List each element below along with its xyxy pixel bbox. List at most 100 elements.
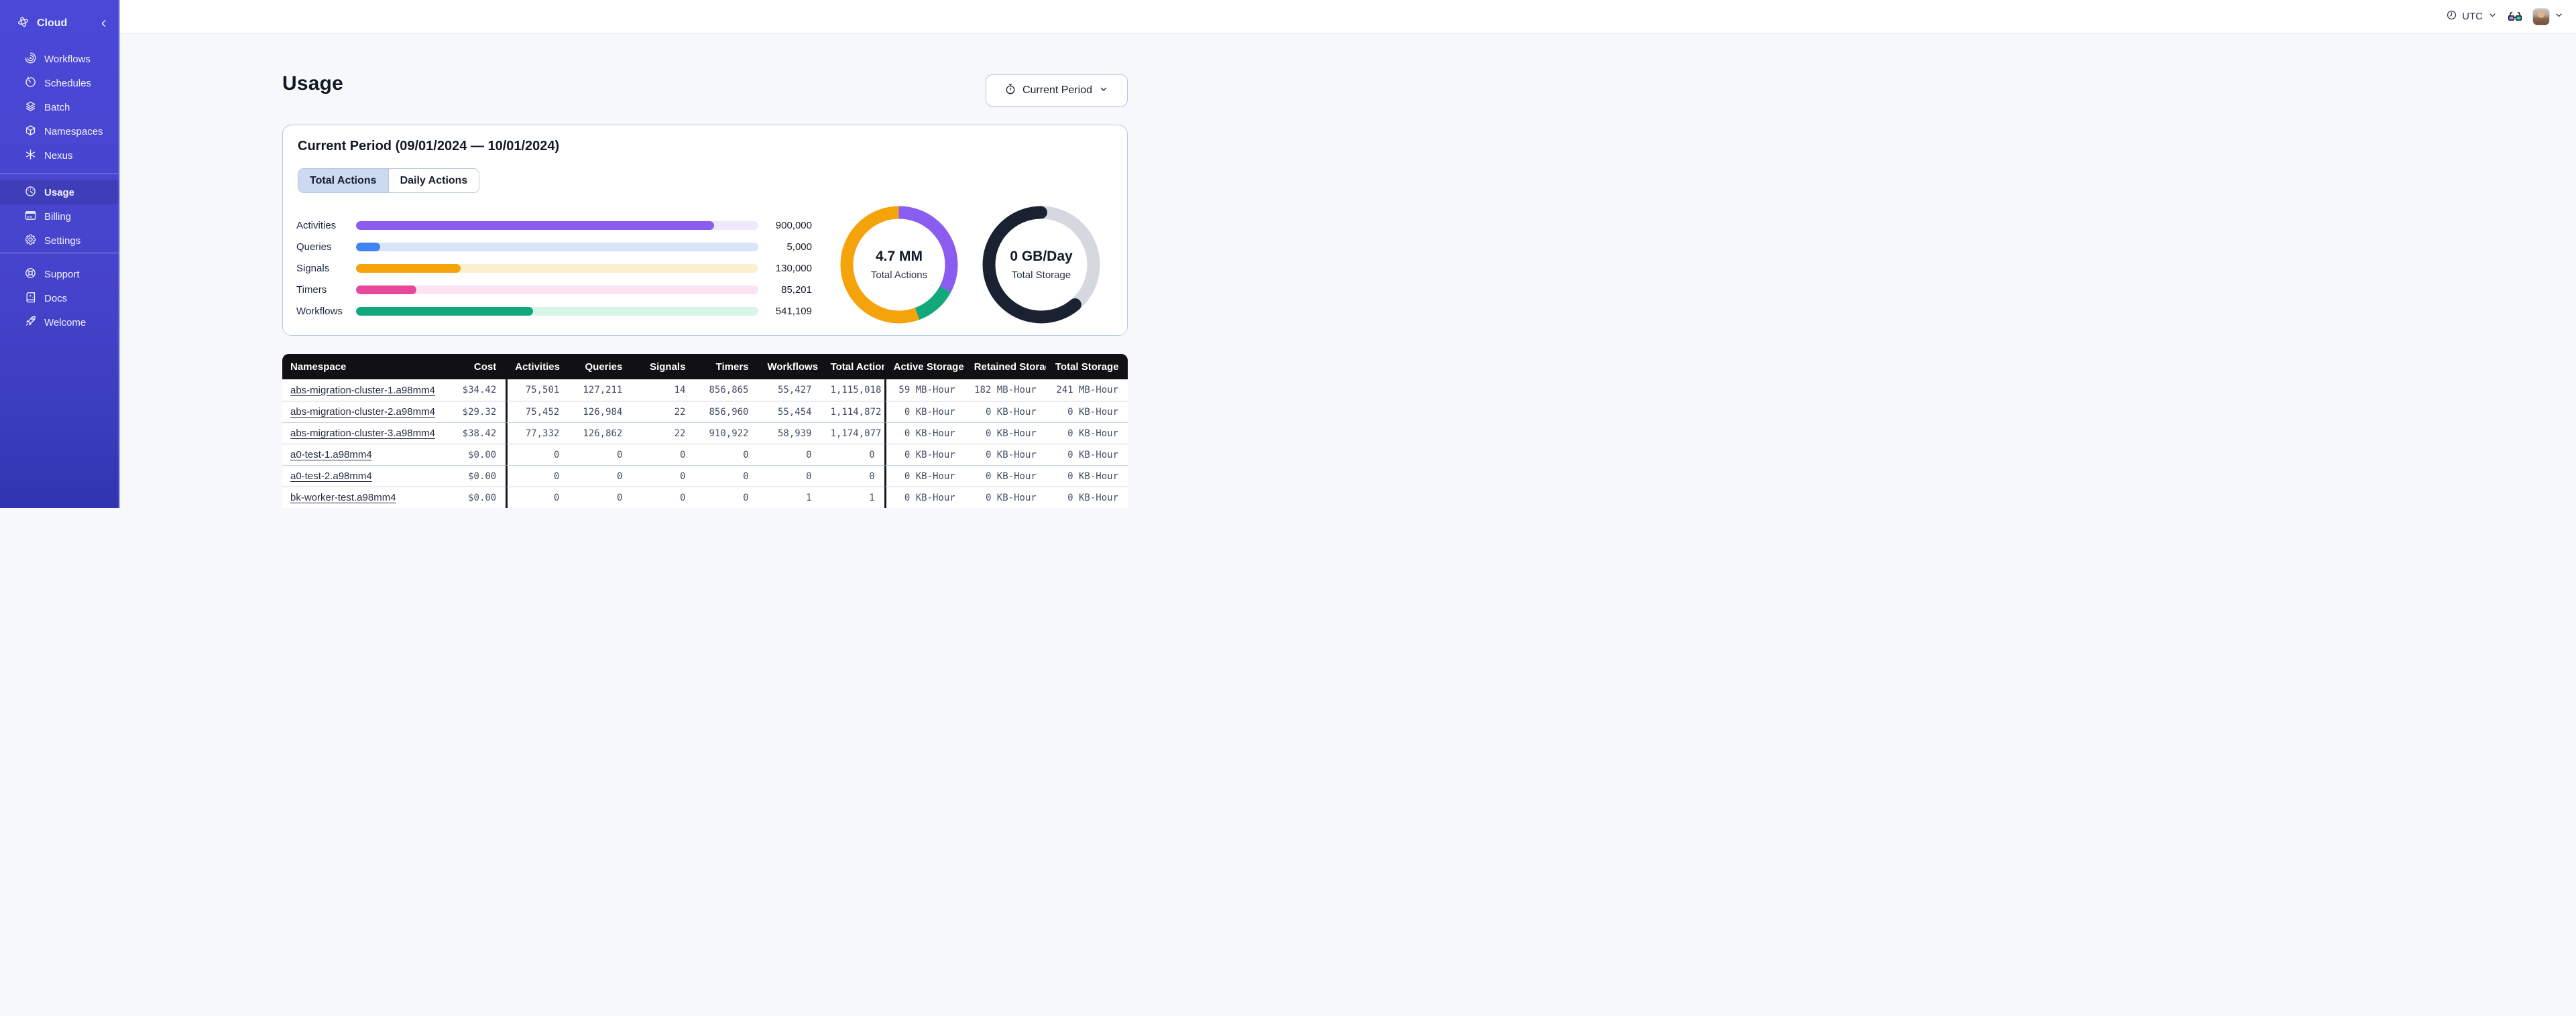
bar-label: Signals bbox=[296, 262, 330, 274]
sidebar-item-welcome[interactable]: Welcome bbox=[0, 310, 119, 334]
table-cell: abs-migration-cluster-3.a98mm4 bbox=[282, 422, 444, 444]
column-header-total-actions: Total Actions bbox=[821, 354, 884, 379]
appearance-toggle-button[interactable] bbox=[2507, 9, 2523, 25]
table-row: abs-migration-cluster-1.a98mm4 $34.42 75,5… bbox=[282, 379, 1128, 401]
docs-icon bbox=[26, 292, 36, 302]
column-header-namespace: Namespace bbox=[282, 354, 444, 379]
tab-daily-actions[interactable]: Daily Actions bbox=[388, 169, 479, 192]
sidebar-item-label: Usage bbox=[44, 186, 75, 198]
sidebar-item-billing[interactable]: Billing bbox=[0, 204, 119, 229]
total-actions-donut: 4.7 MM Total Actions bbox=[840, 206, 958, 324]
chevron-down-icon bbox=[2554, 10, 2564, 23]
sidebar-item-schedules[interactable]: Schedules bbox=[0, 71, 119, 95]
table-cell: 0 KB-Hour bbox=[884, 401, 965, 422]
usage-icon bbox=[25, 186, 36, 196]
sidebar-item-label: Batch bbox=[44, 101, 70, 113]
table-cell: 0 KB-Hour bbox=[1045, 422, 1128, 444]
sidebar-item-label: Docs bbox=[44, 292, 68, 304]
usage-bar-row-signals: Signals 130,000 bbox=[296, 257, 814, 279]
table-cell: 75,501 bbox=[506, 379, 569, 401]
table-cell: 0 bbox=[695, 444, 758, 465]
bar-fill bbox=[356, 220, 714, 230]
period-selector-button[interactable]: Current Period bbox=[986, 74, 1128, 107]
sidebar-collapse-button[interactable] bbox=[97, 17, 111, 30]
sidebar-item-batch[interactable]: Batch bbox=[0, 95, 119, 119]
table-cell: $29.32 bbox=[443, 401, 506, 422]
usage-bar-row-activities: Activities 900,000 bbox=[296, 214, 814, 236]
chevron-down-icon bbox=[1098, 84, 1109, 98]
sidebar-item-label: Workflows bbox=[44, 53, 91, 65]
sidebar-item-label: Welcome bbox=[44, 316, 86, 328]
table-cell: 0 KB-Hour bbox=[964, 465, 1046, 487]
table-cell: 0 KB-Hour bbox=[884, 487, 965, 508]
column-header-activities: Activities bbox=[506, 354, 569, 379]
sidebar-item-label: Settings bbox=[44, 235, 81, 247]
table-cell: 55,454 bbox=[758, 401, 821, 422]
table-cell: 0 bbox=[632, 465, 695, 487]
namespace-link[interactable]: a0-test-1.a98mm4 bbox=[290, 449, 372, 460]
actions-bar-chart: Activities 900,000 Queries 5,000 Signals 130,… bbox=[296, 214, 814, 322]
sidebar-nav-account: Usage Billing Settings bbox=[0, 180, 119, 253]
table-cell: 241 MB-Hour bbox=[1045, 379, 1128, 401]
table-cell: 1,115,018 bbox=[821, 379, 884, 401]
page-title: Usage bbox=[282, 72, 344, 94]
column-header-signals: Signals bbox=[632, 354, 695, 379]
table-cell: 0 bbox=[506, 444, 569, 465]
table-cell: $38.42 bbox=[443, 422, 506, 444]
table-cell: abs-migration-cluster-1.a98mm4 bbox=[282, 379, 444, 401]
namespace-link[interactable]: a0-test-2.a98mm4 bbox=[290, 470, 372, 482]
table-cell: 0 bbox=[695, 487, 758, 508]
table-row: bk-worker-test.a98mm4 $0.00 0 0 0 0 1 1 0 KB-Hou… bbox=[282, 487, 1128, 508]
chevron-down-icon bbox=[2556, 13, 2562, 17]
table-cell: 182 MB-Hour bbox=[964, 379, 1046, 401]
column-header-total-storage: Total Storage bbox=[1045, 354, 1128, 379]
brand-label: Cloud bbox=[37, 17, 68, 29]
sidebar-item-support[interactable]: Support bbox=[0, 262, 119, 286]
bar-fill bbox=[356, 285, 416, 294]
table-cell: 0 bbox=[506, 487, 569, 508]
actions-tab-group: Total Actions Daily Actions bbox=[298, 168, 480, 193]
table-cell: 1 bbox=[758, 487, 821, 508]
column-header-active-storage: Active Storage bbox=[884, 354, 965, 379]
column-header-queries: Queries bbox=[569, 354, 632, 379]
table-cell: 0 KB-Hour bbox=[964, 401, 1046, 422]
sidebar-item-namespaces[interactable]: Namespaces bbox=[0, 119, 119, 143]
table-cell: 0 bbox=[569, 465, 632, 487]
sidebar-nav-footer: Support Docs Welcome bbox=[0, 262, 119, 334]
namespace-link[interactable]: bk-worker-test.a98mm4 bbox=[290, 492, 396, 503]
tab-total-actions[interactable]: Total Actions bbox=[298, 169, 388, 192]
bar-value: 900,000 bbox=[775, 219, 812, 231]
bar-track bbox=[356, 242, 758, 251]
timezone-selector[interactable]: UTC bbox=[2446, 9, 2498, 23]
sidebar-item-usage[interactable]: Usage bbox=[0, 180, 119, 204]
chevron-down-icon bbox=[2490, 13, 2496, 17]
table-cell: $34.42 bbox=[443, 379, 506, 401]
usage-bar-row-timers: Timers 85,201 bbox=[296, 279, 814, 300]
table-cell: 0 bbox=[632, 487, 695, 508]
namespace-link[interactable]: abs-migration-cluster-1.a98mm4 bbox=[290, 385, 435, 396]
table-cell: 0 bbox=[506, 465, 569, 487]
chevron-down-icon bbox=[1100, 87, 1107, 91]
table-cell: 58,939 bbox=[758, 422, 821, 444]
namespace-link[interactable]: abs-migration-cluster-3.a98mm4 bbox=[290, 428, 435, 439]
table-cell: 856,865 bbox=[695, 379, 758, 401]
bar-label: Timers bbox=[296, 283, 327, 296]
table-cell: 77,332 bbox=[506, 422, 569, 444]
table-cell: $0.00 bbox=[443, 465, 506, 487]
account-menu[interactable] bbox=[2532, 7, 2564, 25]
support-icon bbox=[25, 267, 36, 278]
cloud-brand[interactable]: Cloud bbox=[0, 11, 119, 36]
avatar[interactable] bbox=[2532, 7, 2550, 25]
namespace-link[interactable]: abs-migration-cluster-2.a98mm4 bbox=[290, 406, 435, 418]
table-cell: 0 bbox=[632, 444, 695, 465]
sidebar-item-nexus[interactable]: Nexus bbox=[0, 143, 119, 168]
column-header-timers: Timers bbox=[695, 354, 758, 379]
sidebar-item-workflows[interactable]: Workflows bbox=[0, 47, 119, 71]
sidebar-item-label: Support bbox=[44, 268, 80, 280]
glasses-icon bbox=[2508, 11, 2522, 21]
clock-icon bbox=[2447, 10, 2457, 20]
bar-label: Workflows bbox=[296, 305, 343, 317]
table-cell: 0 bbox=[821, 444, 884, 465]
sidebar-item-settings[interactable]: Settings bbox=[0, 229, 119, 253]
sidebar-item-docs[interactable]: Docs bbox=[0, 286, 119, 310]
